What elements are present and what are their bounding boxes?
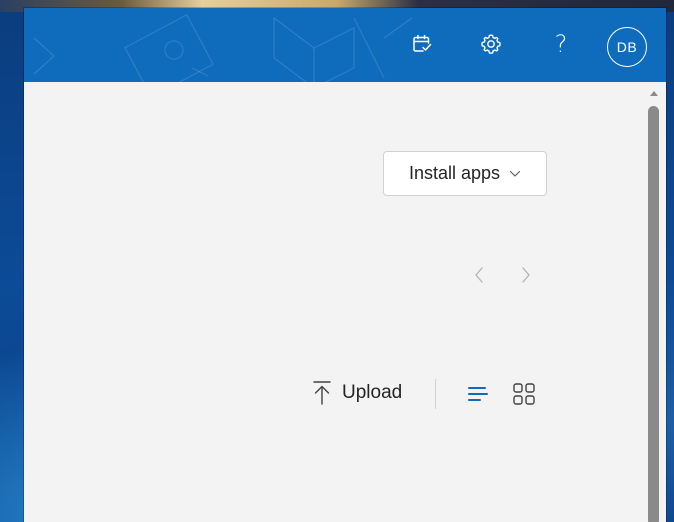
my-day-button[interactable] [406,28,438,60]
upload-button[interactable]: Upload [312,378,402,408]
chevron-down-icon [509,170,521,177]
settings-button[interactable] [475,28,507,60]
main-content: Install apps Upload [24,82,642,522]
install-apps-button[interactable]: Install apps [383,151,547,196]
grid-view-button[interactable] [510,380,538,408]
list-view-icon [468,387,488,401]
avatar[interactable]: DB [607,27,647,67]
list-view-button[interactable] [464,380,492,408]
calendar-check-icon [413,34,432,52]
header-bar: ? DB [24,8,666,82]
question-mark-icon: ? [554,30,568,58]
upload-icon [313,381,331,405]
gear-icon [481,34,501,54]
install-apps-label: Install apps [408,163,501,183]
next-button[interactable] [515,264,537,286]
scroll-up-arrow-icon[interactable] [648,88,660,98]
previous-button[interactable] [468,264,490,286]
chevron-left-icon [475,267,483,283]
upload-label: Upload [342,382,403,403]
scrollbar-thumb[interactable] [648,106,659,522]
grid-view-icon [513,383,535,405]
help-button[interactable]: ? [545,28,577,60]
app-window: ? DB Install apps Upload [24,8,666,522]
toolbar-divider [435,379,436,409]
chevron-right-icon [522,267,530,283]
